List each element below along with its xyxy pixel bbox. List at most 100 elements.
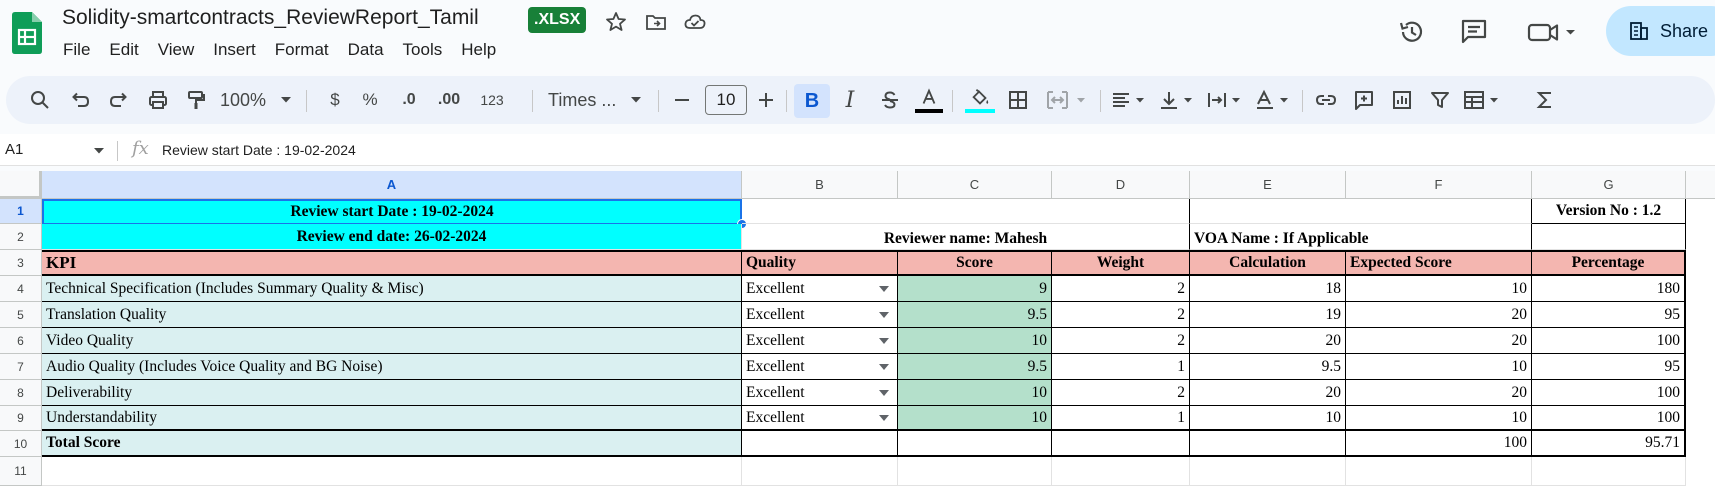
fill-color-icon[interactable]	[964, 86, 996, 114]
header-kpi[interactable]: KPI	[42, 250, 742, 276]
cell-g2[interactable]	[1532, 224, 1686, 250]
row-header-4[interactable]: 4	[0, 276, 42, 302]
italic-button[interactable]: I	[836, 86, 864, 114]
menu-tools[interactable]: Tools	[403, 40, 443, 60]
header-percentage[interactable]: Percentage	[1532, 250, 1686, 276]
text-color-icon[interactable]	[914, 86, 944, 114]
menu-format[interactable]: Format	[275, 40, 329, 60]
filter-views-icon[interactable]	[1462, 86, 1506, 114]
increase-decimal-button[interactable]: .00	[432, 86, 466, 114]
borders-icon[interactable]	[1004, 86, 1032, 114]
cell-kpi[interactable]: Audio Quality (Includes Voice Quality an…	[42, 354, 742, 380]
cell-percentage[interactable]: 95	[1532, 302, 1686, 328]
cell-weight[interactable]: 2	[1052, 328, 1190, 354]
merge-cells-icon[interactable]	[1042, 86, 1092, 114]
cell-kpi[interactable]: Understandability	[42, 406, 742, 431]
share-button[interactable]: Share	[1606, 6, 1715, 56]
search-menus-icon[interactable]	[26, 86, 54, 114]
vertical-align-icon[interactable]	[1158, 86, 1198, 114]
cell-expected-score[interactable]: 10	[1346, 354, 1532, 380]
zoom-select[interactable]: 100%	[220, 86, 300, 114]
menu-help[interactable]: Help	[461, 40, 496, 60]
cell-score[interactable]: 10	[898, 380, 1052, 406]
cell-calculation[interactable]: 20	[1190, 380, 1346, 406]
document-title[interactable]: Solidity-smartcontracts_ReviewReport_Tam…	[62, 6, 479, 30]
cell-reviewer-name[interactable]: Reviewer name: Mahesh	[742, 224, 1190, 250]
cell-b10[interactable]	[742, 431, 898, 457]
cell-weight[interactable]: 2	[1052, 302, 1190, 328]
font-family-select[interactable]: Times ...	[548, 86, 652, 114]
version-history-icon[interactable]	[1397, 17, 1427, 47]
header-weight[interactable]: Weight	[1052, 250, 1190, 276]
row-header-11[interactable]: 11	[0, 457, 42, 486]
undo-icon[interactable]	[66, 86, 94, 114]
row-header-10[interactable]: 10	[0, 431, 42, 457]
cell-e11[interactable]	[1190, 457, 1346, 486]
cell-calculation[interactable]: 18	[1190, 276, 1346, 302]
cell-weight[interactable]: 1	[1052, 406, 1190, 431]
insert-comment-icon[interactable]	[1350, 86, 1378, 114]
text-wrapping-icon[interactable]	[1206, 86, 1246, 114]
row-header-9[interactable]: 9	[0, 406, 42, 431]
cloud-saved-icon[interactable]	[683, 10, 707, 34]
column-header-d[interactable]: D	[1052, 171, 1190, 199]
cell-quality-dropdown[interactable]: Excellent	[742, 302, 898, 328]
row-header-2[interactable]: 2	[0, 224, 42, 250]
cell-b1-d1[interactable]	[742, 199, 1190, 224]
column-header-h[interactable]	[1686, 171, 1715, 199]
insert-chart-icon[interactable]	[1388, 86, 1416, 114]
cell-quality-dropdown[interactable]: Excellent	[742, 354, 898, 380]
dropdown-arrow-icon[interactable]	[879, 311, 889, 318]
star-icon[interactable]	[604, 10, 628, 34]
cell-quality-dropdown[interactable]: Excellent	[742, 276, 898, 302]
cell-percentage[interactable]: 95	[1532, 354, 1686, 380]
select-all-corner[interactable]	[0, 171, 42, 199]
text-rotation-icon[interactable]	[1254, 86, 1294, 114]
cell-d11[interactable]	[1052, 457, 1190, 486]
dropdown-arrow-icon[interactable]	[879, 414, 889, 421]
header-quality[interactable]: Quality	[742, 250, 898, 276]
filter-icon[interactable]	[1426, 86, 1454, 114]
print-icon[interactable]	[144, 86, 172, 114]
row-header-3[interactable]: 3	[0, 250, 42, 276]
sheets-logo-icon[interactable]	[12, 12, 42, 54]
column-header-g[interactable]: G	[1532, 171, 1686, 199]
cell-weight[interactable]: 1	[1052, 354, 1190, 380]
cell-score[interactable]: 10	[898, 328, 1052, 354]
strikethrough-icon[interactable]	[876, 86, 904, 114]
cell-score[interactable]: 9.5	[898, 354, 1052, 380]
row-header-6[interactable]: 6	[0, 328, 42, 354]
menu-file[interactable]: File	[63, 40, 90, 60]
cell-percentage[interactable]: 100	[1532, 380, 1686, 406]
header-score[interactable]: Score	[898, 250, 1052, 276]
cell-score[interactable]: 10	[898, 406, 1052, 431]
cell-kpi[interactable]: Technical Specification (Includes Summar…	[42, 276, 742, 302]
cell-quality-dropdown[interactable]: Excellent	[742, 328, 898, 354]
dropdown-arrow-icon[interactable]	[879, 363, 889, 370]
cell-quality-dropdown[interactable]: Excellent	[742, 406, 898, 431]
name-box-dropdown-icon[interactable]	[93, 146, 105, 156]
currency-format-button[interactable]: $	[324, 86, 346, 114]
dropdown-arrow-icon[interactable]	[879, 285, 889, 292]
row-header-8[interactable]: 8	[0, 380, 42, 406]
move-folder-icon[interactable]	[644, 10, 668, 34]
cell-calculation[interactable]: 20	[1190, 328, 1346, 354]
cell-a1-review-start[interactable]: Review start Date : 19-02-2024	[42, 199, 742, 224]
header-calculation[interactable]: Calculation	[1190, 250, 1346, 276]
column-header-e[interactable]: E	[1190, 171, 1346, 199]
cell-expected-score[interactable]: 10	[1346, 406, 1532, 431]
cell-kpi[interactable]: Video Quality	[42, 328, 742, 354]
cell-voa-name[interactable]: VOA Name : If Applicable	[1190, 224, 1532, 250]
paint-format-icon[interactable]	[182, 86, 210, 114]
cell-expected-score[interactable]: 10	[1346, 276, 1532, 302]
dropdown-arrow-icon[interactable]	[879, 337, 889, 344]
cell-percentage[interactable]: 100	[1532, 328, 1686, 354]
cell-percentage[interactable]: 180	[1532, 276, 1686, 302]
cell-weight[interactable]: 2	[1052, 276, 1190, 302]
cell-version[interactable]: Version No : 1.2	[1532, 199, 1686, 224]
cell-total-score-label[interactable]: Total Score	[42, 431, 742, 457]
cell-expected-score[interactable]: 20	[1346, 328, 1532, 354]
decrease-decimal-button[interactable]: .0	[394, 86, 424, 114]
decrease-font-size-icon[interactable]	[670, 86, 694, 114]
cell-d10[interactable]	[1052, 431, 1190, 457]
